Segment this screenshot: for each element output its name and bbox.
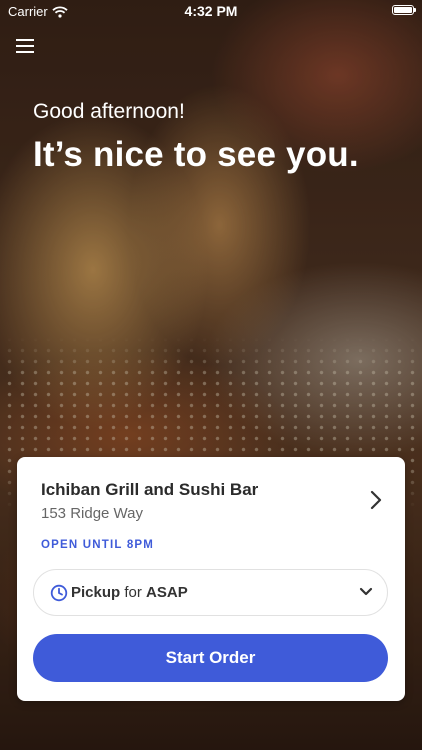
- pickup-time-selector[interactable]: Pickup for ASAP: [33, 569, 388, 616]
- menu-bar: [16, 51, 34, 53]
- battery-icon: [392, 5, 416, 15]
- menu-bar: [16, 39, 34, 41]
- chevron-right-icon: [370, 490, 382, 510]
- store-selector[interactable]: Ichiban Grill and Sushi Bar 153 Ridge Wa…: [17, 457, 405, 537]
- menu-icon[interactable]: [14, 36, 36, 56]
- hours-status: OPEN UNTIL 8PM: [41, 539, 155, 551]
- order-mode: Pickup: [71, 584, 121, 601]
- pickup-summary: Pickup for ASAP: [71, 584, 188, 601]
- order-connector: for: [124, 584, 142, 601]
- start-order-button[interactable]: Start Order: [33, 634, 388, 682]
- chevron-down-icon: [359, 587, 373, 596]
- store-name: Ichiban Grill and Sushi Bar: [41, 480, 259, 499]
- order-time: ASAP: [146, 584, 188, 601]
- menu-bar: [16, 45, 34, 47]
- battery-level: [394, 7, 412, 13]
- greeting-text: Good afternoon!: [33, 100, 185, 123]
- store-address: 153 Ridge Way: [41, 505, 143, 522]
- status-bar: Carrier 4:32 PM: [0, 0, 422, 22]
- order-card: Ichiban Grill and Sushi Bar 153 Ridge Wa…: [17, 457, 405, 701]
- welcome-headline: It’s nice to see you.: [33, 135, 359, 174]
- status-time: 4:32 PM: [184, 3, 238, 19]
- clock-icon: [50, 584, 68, 602]
